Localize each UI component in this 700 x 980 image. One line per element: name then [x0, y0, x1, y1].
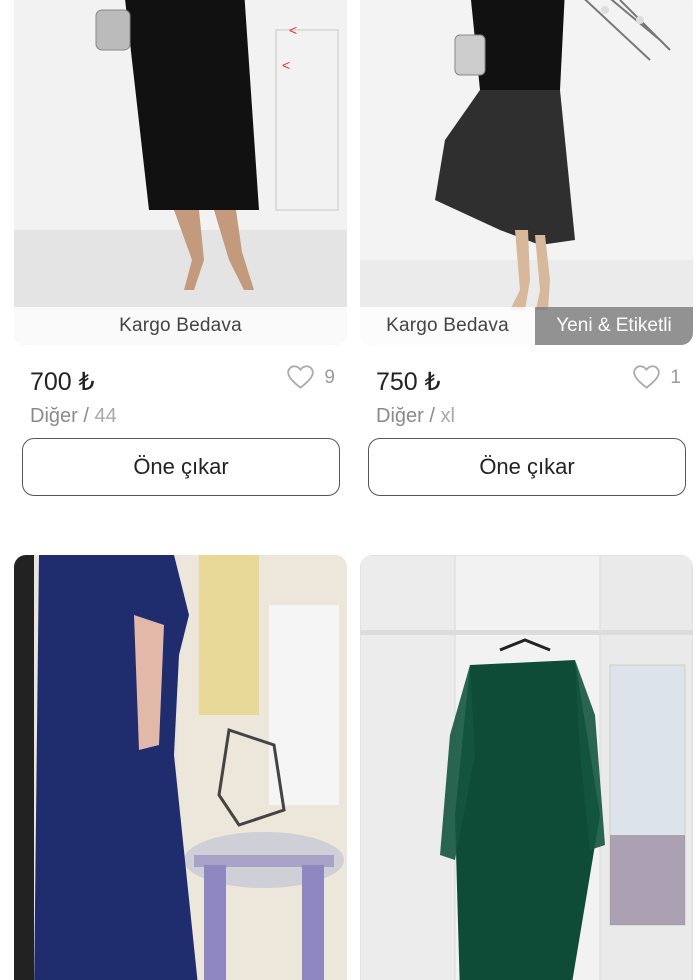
listing-photo[interactable]: [360, 555, 693, 980]
listing-card[interactable]: [14, 555, 347, 980]
listing-size: 44: [94, 405, 117, 427]
listing-brand: Diğer: [30, 405, 78, 427]
free-shipping-badge: Kargo Bedava: [14, 307, 347, 345]
listing-card[interactable]: < < Kargo Bedava 700 ₺ 9 Diğer / 44 Öne …: [14, 0, 347, 496]
listing-photo[interactable]: Kargo Bedava Yeni & Etiketli: [360, 0, 693, 345]
heart-outline-icon: [633, 365, 661, 389]
listing-photo[interactable]: < < Kargo Bedava: [14, 0, 347, 345]
black-mermaid-skirt-photo: [360, 0, 693, 345]
navy-satin-dress-photo: [14, 555, 347, 980]
meta-separator: /: [423, 405, 441, 427]
listing-price: 750 ₺: [376, 368, 441, 396]
listing-badges: Kargo Bedava Yeni & Etiketli: [360, 307, 693, 345]
promote-button[interactable]: Öne çıkar: [368, 438, 686, 496]
listing-card[interactable]: [360, 555, 693, 980]
black-pencil-skirt-photo: < <: [14, 0, 347, 345]
like-button[interactable]: 1: [633, 365, 681, 390]
listing-photo[interactable]: [14, 555, 347, 980]
new-with-tags-badge: Yeni & Etiketli: [535, 307, 693, 345]
listing-meta: Diğer / xl: [376, 405, 455, 428]
svg-text:<: <: [289, 22, 297, 38]
heart-outline-icon: [287, 365, 315, 389]
listing-size: xl: [440, 405, 455, 427]
listing-meta: Diğer / 44: [30, 405, 117, 428]
like-button[interactable]: 9: [287, 365, 335, 390]
listing-price: 700 ₺: [30, 368, 95, 396]
free-shipping-badge: Kargo Bedava: [360, 307, 535, 345]
like-count: 9: [324, 366, 335, 388]
svg-text:<: <: [282, 57, 290, 73]
like-count: 1: [670, 366, 681, 388]
meta-separator: /: [77, 405, 95, 427]
listing-brand: Diğer: [376, 405, 424, 427]
promote-button[interactable]: Öne çıkar: [22, 438, 340, 496]
listing-card[interactable]: Kargo Bedava Yeni & Etiketli 750 ₺ 1 Diğ…: [360, 0, 693, 496]
green-chiffon-dress-photo: [360, 555, 693, 980]
listing-badges: Kargo Bedava: [14, 307, 347, 345]
